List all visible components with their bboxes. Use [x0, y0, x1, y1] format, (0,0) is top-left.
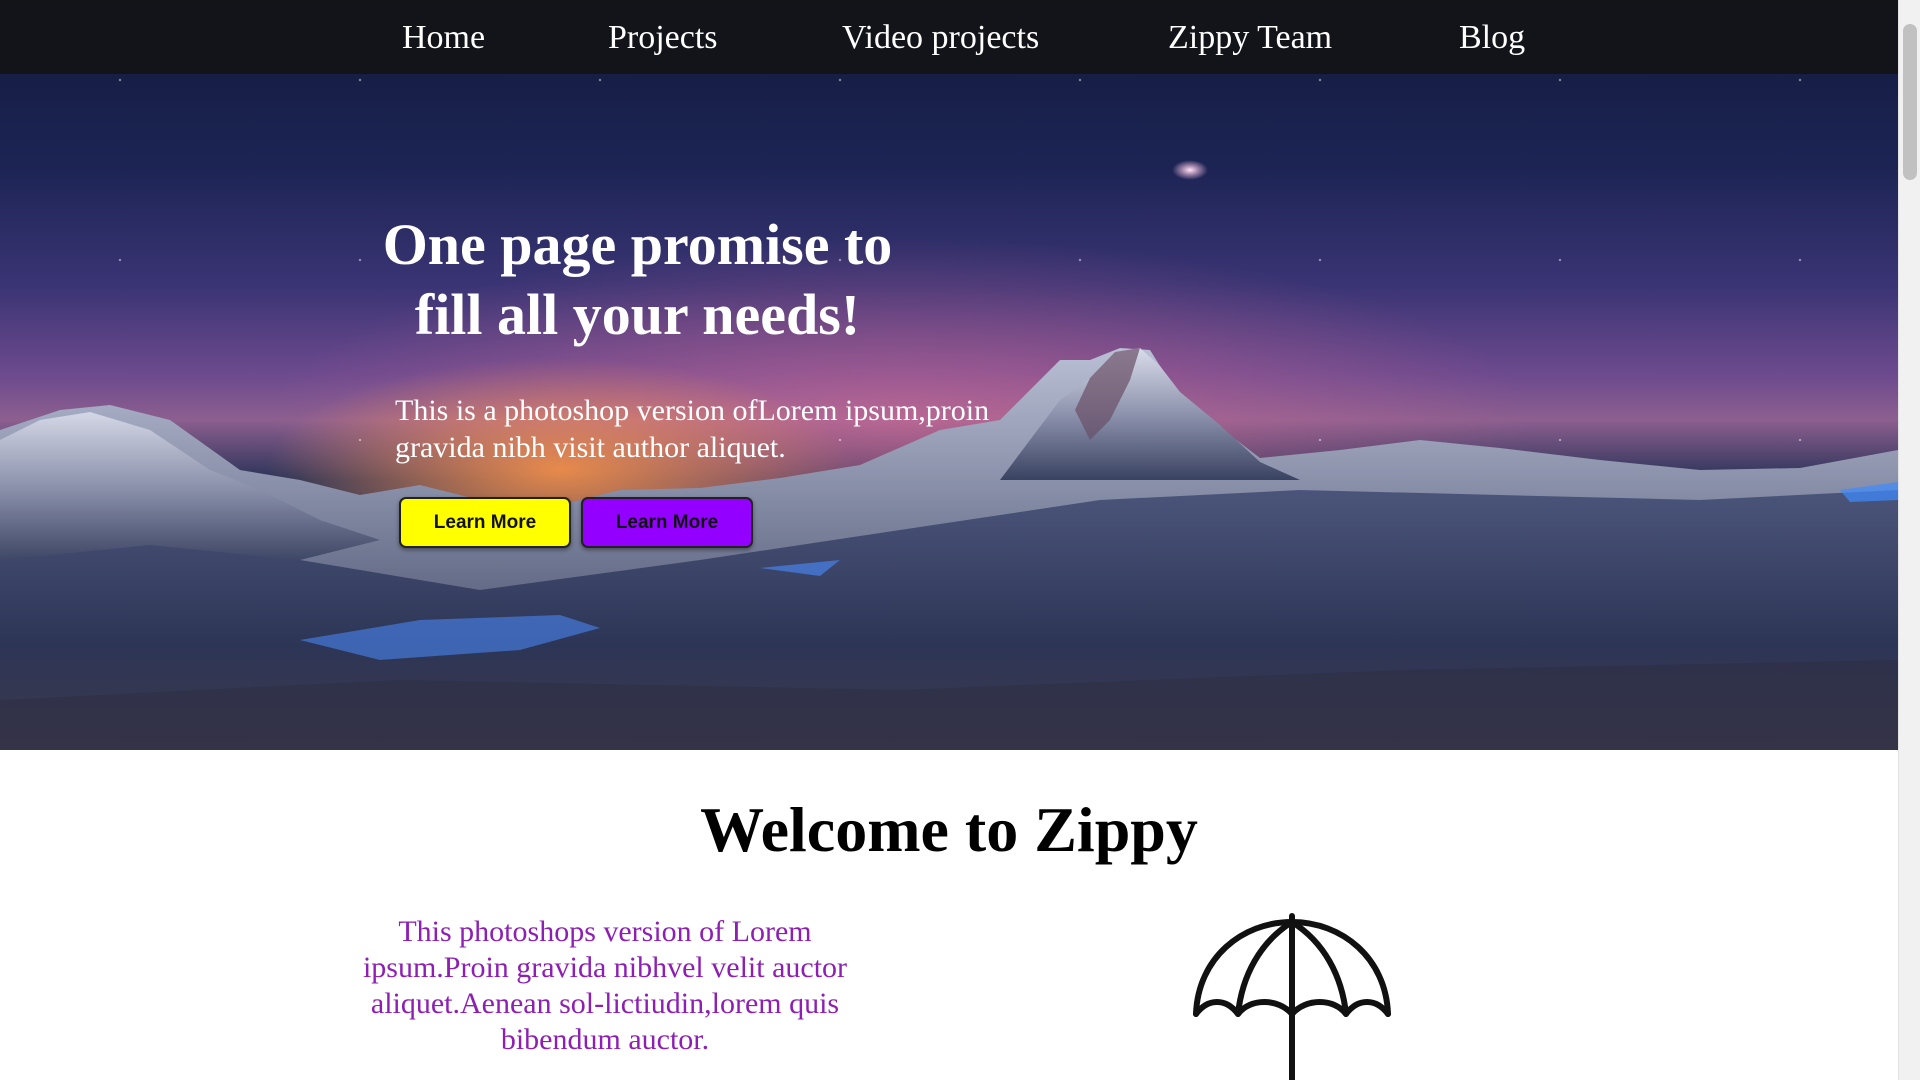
nav-zippy-team[interactable]: Zippy Team: [1168, 14, 1332, 62]
mountain-landscape: [0, 348, 1898, 750]
nav-blog[interactable]: Blog: [1459, 14, 1525, 62]
welcome-title: Welcome to Zippy: [700, 794, 1198, 865]
umbrella-icon: [1193, 913, 1391, 1080]
hero-title: One page promise to fill all your needs!: [382, 212, 893, 347]
top-navigation: Home Projects Video projects Zippy Team …: [0, 0, 1898, 74]
nav-video-projects[interactable]: Video projects: [842, 14, 1039, 62]
welcome-text: This photoshops version of Lorem ipsum.P…: [362, 915, 848, 1056]
nav-projects[interactable]: Projects: [608, 14, 718, 62]
hero-subtitle: This is a photoshop version ofLorem ipsu…: [395, 394, 990, 464]
nav-home[interactable]: Home: [402, 14, 485, 62]
learn-more-button-yellow[interactable]: Learn More: [399, 497, 571, 548]
scrollbar-thumb[interactable]: [1903, 24, 1917, 180]
learn-more-button-purple[interactable]: Learn More: [581, 497, 753, 548]
hero-section: Home Projects Video projects Zippy Team …: [0, 0, 1898, 750]
vertical-scrollbar[interactable]: [1898, 0, 1920, 1080]
